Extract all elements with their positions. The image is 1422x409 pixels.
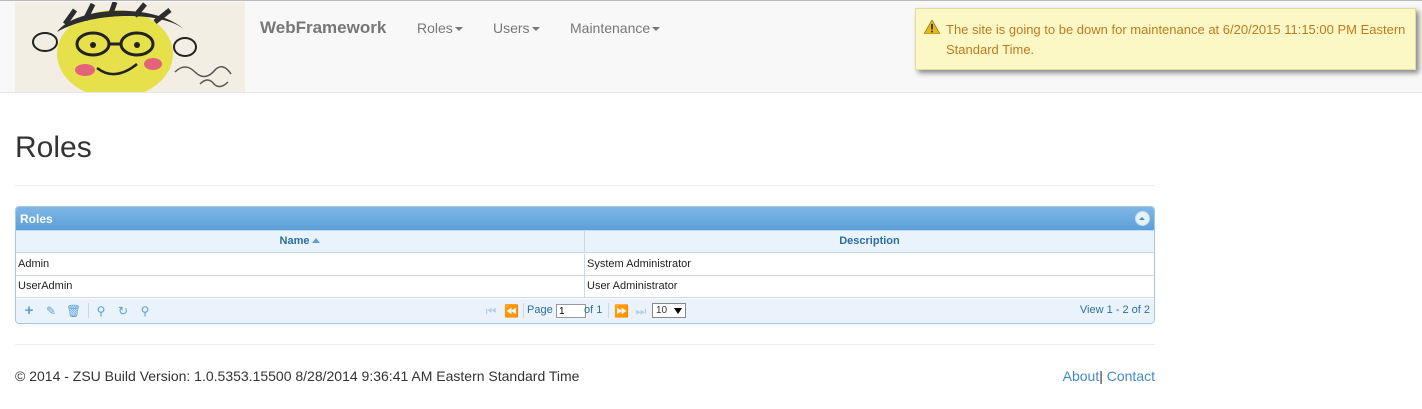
column-header-name[interactable]: Name: [16, 231, 585, 253]
nav-maintenance-label: Maintenance: [570, 20, 651, 36]
caret-down-icon: [652, 27, 661, 32]
cell-name: Admin: [16, 254, 585, 275]
nav-users-label: Users: [493, 20, 530, 36]
caret-down-icon: [531, 27, 540, 32]
nav-users-dropdown[interactable]: Users: [493, 20, 540, 36]
about-link[interactable]: About: [1063, 368, 1100, 384]
maintenance-notice: The site is going to be down for mainten…: [915, 8, 1416, 70]
rows-per-page-value: 10: [656, 305, 668, 316]
column-header-description[interactable]: Description: [585, 231, 1154, 253]
last-page-icon[interactable]: ⏭: [634, 304, 648, 318]
pager-separator: [88, 303, 89, 318]
brand-link[interactable]: WebFramework: [260, 18, 386, 38]
nav-maintenance-dropdown[interactable]: Maintenance: [570, 20, 661, 36]
divider: [15, 185, 1155, 186]
next-page-icon[interactable]: ⏩: [614, 304, 629, 318]
view-records-info: View 1 - 2 of 2: [1079, 304, 1150, 316]
cell-name: UserAdmin: [16, 276, 585, 297]
pager-separator: [523, 303, 524, 318]
grid-pager: + ✎ 🗑 ⚲ ↻ ⚲ ⏮ ⏪ Page of 1 ⏩ ⏭ 10 View 1 …: [16, 299, 1154, 323]
grid-caption-label: Roles: [20, 212, 53, 226]
page-count: of 1: [584, 304, 603, 316]
edit-icon[interactable]: ✎: [44, 304, 58, 318]
collapse-icon[interactable]: [1135, 211, 1150, 226]
caret-down-icon: [454, 27, 463, 32]
roles-grid: Roles Name Description Admin System Admi…: [15, 206, 1155, 324]
table-row[interactable]: Admin System Administrator: [16, 254, 1154, 276]
delete-icon[interactable]: 🗑: [66, 304, 81, 318]
cell-description: System Administrator: [587, 258, 691, 270]
footer-link-separator: |: [1099, 368, 1103, 384]
view-icon[interactable]: ⚲: [138, 304, 152, 318]
prev-page-icon[interactable]: ⏪: [504, 304, 519, 318]
pager-separator: [608, 303, 609, 318]
table-row[interactable]: UserAdmin User Administrator: [16, 276, 1154, 298]
first-page-icon[interactable]: ⏮: [484, 304, 498, 318]
footer-copyright: © 2014 - ZSU Build Version: 1.0.5353.155…: [15, 368, 580, 384]
column-header-name-label: Name: [279, 235, 310, 247]
page-title: Roles: [15, 131, 92, 164]
add-icon[interactable]: +: [22, 303, 36, 318]
contact-link[interactable]: Contact: [1107, 368, 1155, 384]
page-label: Page: [527, 304, 553, 316]
grid-caption: Roles: [16, 207, 1154, 230]
warning-icon: [924, 20, 940, 34]
nav-roles-dropdown[interactable]: Roles: [417, 20, 463, 36]
footer-links: About| Contact: [1063, 368, 1155, 384]
cell-description: User Administrator: [587, 280, 678, 292]
site-logo[interactable]: [15, 2, 245, 92]
column-header-description-label: Description: [839, 235, 900, 247]
grid-header-row: Name Description: [16, 230, 1154, 253]
sort-asc-icon: [312, 238, 321, 243]
dropdown-arrow-icon: [674, 308, 682, 314]
nav-roles-label: Roles: [417, 20, 453, 36]
refresh-icon[interactable]: ↻: [116, 304, 130, 318]
page-number-input[interactable]: [556, 304, 586, 318]
rows-per-page-select[interactable]: 10: [652, 303, 686, 318]
notice-text: The site is going to be down for mainten…: [946, 22, 1406, 57]
footer-divider: [15, 344, 1155, 345]
search-icon[interactable]: ⚲: [94, 304, 108, 318]
